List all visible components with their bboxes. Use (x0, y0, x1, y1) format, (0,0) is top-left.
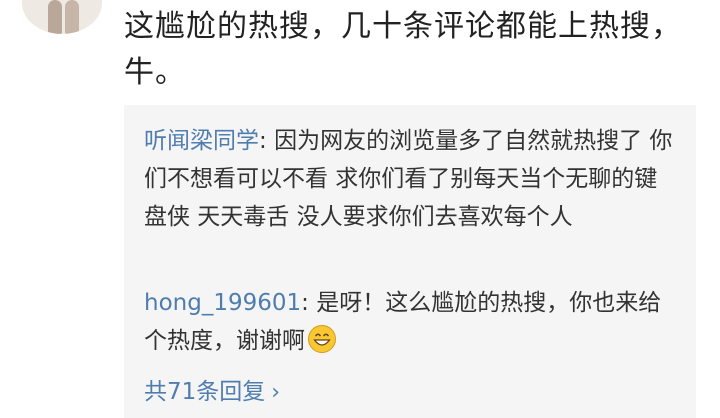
reply-username[interactable]: 听闻梁同学 (144, 128, 259, 154)
replies-panel: 听闻梁同学: 因为网友的浏览量多了自然就热搜了 你们不想看可以不看 求你们看了别… (124, 105, 696, 418)
reply-username[interactable]: hong_199601 (144, 290, 301, 316)
avatar[interactable] (22, 0, 102, 34)
reply-item[interactable]: 听闻梁同学: 因为网友的浏览量多了自然就热搜了 你们不想看可以不看 求你们看了别… (144, 122, 674, 236)
more-replies-link[interactable]: 共71条回复 › (144, 372, 280, 413)
avatar-figure-right (65, 0, 79, 34)
grinning-face-icon (308, 325, 336, 353)
reply-separator: : (301, 290, 317, 316)
reply-separator: : (259, 128, 275, 154)
reply-item[interactable]: hong_199601: 是呀！这么尴尬的热搜，你也来给个热度，谢谢啊 (144, 284, 674, 360)
more-replies-label: 共71条回复 (144, 379, 266, 405)
avatar-figure-left (48, 0, 62, 34)
comment-text: 这尴尬的热搜，几十条评论都能上热搜，牛。 (124, 9, 682, 90)
chevron-right-icon: › (271, 380, 281, 405)
